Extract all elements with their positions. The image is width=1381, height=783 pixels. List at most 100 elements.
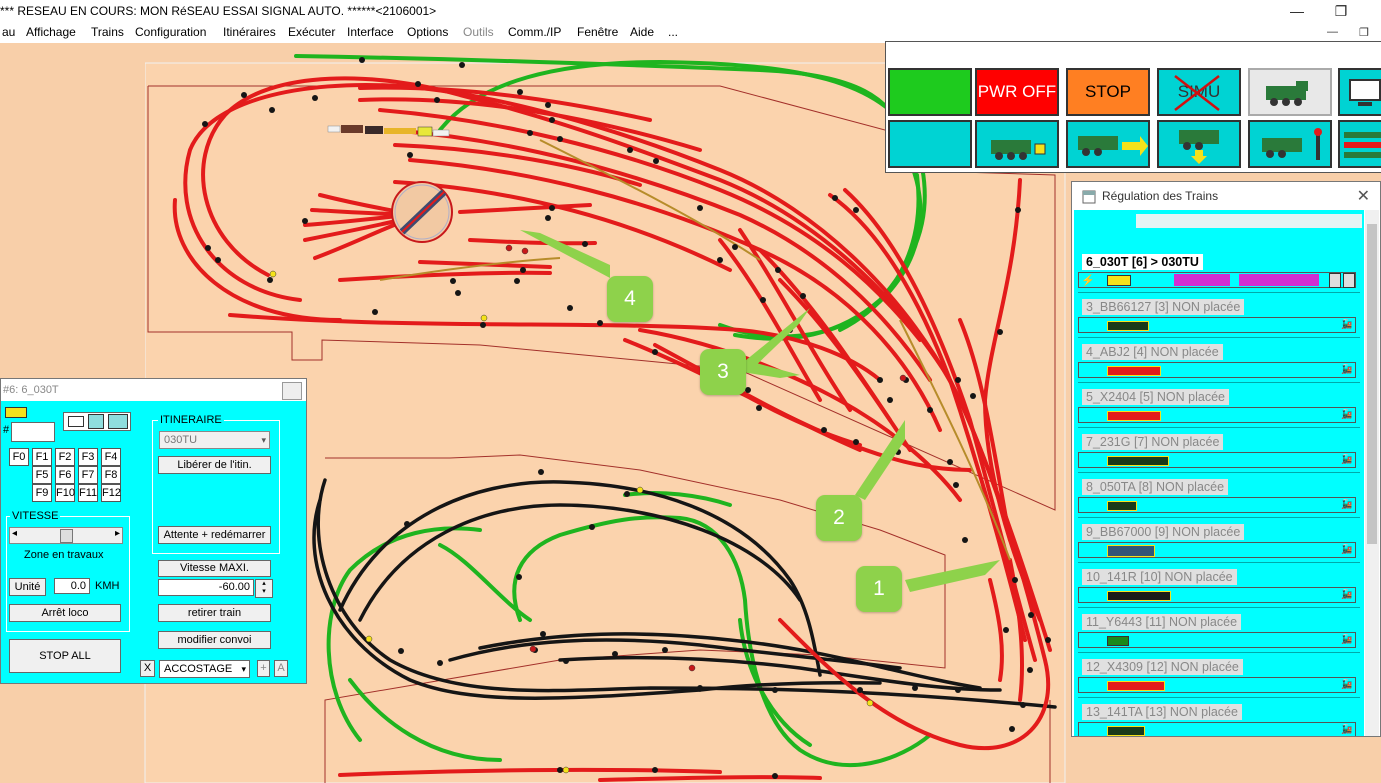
loco-lock-button[interactable] [975,120,1059,168]
locomotive-icon [1266,81,1308,106]
train-row[interactable]: 7_231G [7] NON placée 🚂 [1078,434,1360,473]
f8-button[interactable]: F8 [101,466,121,484]
f4-button[interactable]: F4 [101,448,121,466]
annotation-1: 1 [856,566,902,612]
itineraire-label: ITINERAIRE [158,414,224,426]
menu-aide[interactable]: Aide [630,25,654,39]
view-mode-buttons[interactable] [63,412,131,431]
address-input[interactable] [11,422,55,442]
maximize-button[interactable]: ❐ [1318,0,1364,23]
loco-arrow-button[interactable] [1066,120,1150,168]
loco-mini-icon: 🚂 [1341,679,1353,689]
view-mode-2[interactable] [88,414,104,429]
mdi-buttons: — ❐ [1311,23,1381,43]
view-mode-3[interactable] [108,414,128,429]
train-icon [1107,636,1129,646]
train-status-bar: 🚂 [1078,452,1356,468]
loco-signal-button[interactable] [1248,120,1332,168]
x-button[interactable]: X [140,660,155,677]
f3-button[interactable]: F3 [78,448,98,466]
locomotive-view-button[interactable] [1248,68,1332,116]
train-row[interactable]: 4_ABJ2 [4] NON placée 🚂 [1078,344,1360,383]
menu-reseau[interactable]: au [2,25,15,39]
speed-unit: KMH [95,580,120,592]
consist-button[interactable] [1338,120,1381,168]
a-button[interactable]: A [274,660,288,677]
f10-button[interactable]: F10 [55,484,75,502]
train-row[interactable]: 8_050TA [8] NON placée 🚂 [1078,479,1360,518]
f5-button[interactable]: F5 [32,466,52,484]
unite-button[interactable]: Unité [9,578,46,596]
train-row[interactable]: 3_BB66127 [3] NON placée 🚂 [1078,299,1360,338]
f9-button[interactable]: F9 [32,484,52,502]
menu-itineraires[interactable]: Itinéraires [223,25,276,39]
menu-outils[interactable]: Outils [463,25,494,39]
loco-icon [5,407,27,418]
menu-affichage[interactable]: Affichage [26,25,76,39]
train-icon [1107,366,1161,376]
menu-comm-ip[interactable]: Comm./IP [508,25,561,39]
pwr-off-button[interactable]: PWR OFF [975,68,1059,116]
stop-all-button[interactable]: STOP ALL [9,639,121,673]
f0-button[interactable]: F0 [9,448,29,466]
train-label: 13_141TA [13] NON placée [1082,704,1242,720]
train-row[interactable]: 12_X4309 [12] NON placée 🚂 [1078,659,1360,698]
vmax-spinner[interactable]: ▴ ▾ [255,579,273,598]
loco-mini-icon: 🚂 [1341,319,1353,329]
blank-cyan-button[interactable] [888,120,972,168]
speed-slider[interactable]: ◂ ▸ [9,527,123,544]
f12-button[interactable]: F12 [101,484,121,502]
simu-button[interactable]: SIMU [1157,68,1241,116]
modifier-convoi-button[interactable]: modifier convoi [158,631,271,649]
f6-button[interactable]: F6 [55,466,75,484]
itineraire-select[interactable]: 030TU ▾ [159,431,270,449]
train-label: 4_ABJ2 [4] NON placée [1082,344,1223,360]
menu-configuration[interactable]: Configuration [135,25,206,39]
attente-button[interactable]: Attente + redémarrer [158,526,271,544]
arret-loco-button[interactable]: Arrêt loco [9,604,121,622]
train-row[interactable]: 13_141TA [13] NON placée 🚂 [1078,704,1360,736]
mdi-maximize-button[interactable]: ❐ [1359,26,1369,39]
scrollbar-thumb[interactable] [1367,224,1377,544]
green-power-button[interactable] [888,68,972,116]
accostage-select[interactable]: ACCOSTAGE ▾ [159,660,250,678]
train-label: 8_050TA [8] NON placée [1082,479,1229,495]
view-mode-1[interactable] [68,416,84,427]
train-row[interactable]: 9_BB67000 [9] NON placée 🚂 [1078,524,1360,563]
stop-button[interactable]: STOP [1066,68,1150,116]
scrollbar[interactable] [1365,210,1379,736]
menu-interface[interactable]: Interface [347,25,394,39]
menu-executer[interactable]: Exécuter [288,25,335,39]
plus-button[interactable]: + [257,660,270,677]
menu-fenetre[interactable]: Fenêtre [577,25,618,39]
train-label: 11_Y6443 [11] NON placée [1082,614,1242,630]
turntable[interactable] [391,181,453,243]
close-icon[interactable]: ✕ [1357,186,1370,206]
f11-button[interactable]: F11 [78,484,98,502]
train-row[interactable]: 5_X2404 [5] NON placée 🚂 [1078,389,1360,428]
vitesse-maxi-button[interactable]: Vitesse MAXI. [158,560,271,577]
retirer-train-button[interactable]: retirer train [158,604,271,622]
loco-window-close-button[interactable] [282,382,302,400]
speed-icon: ⚡ [1081,275,1095,287]
train-row[interactable]: 10_141R [10] NON placée 🚂 [1078,569,1360,608]
f7-button[interactable]: F7 [78,466,98,484]
menu-trains[interactable]: Trains [91,25,124,39]
f1-button[interactable]: F1 [32,448,52,466]
slider-right-icon: ▸ [114,528,120,539]
liberer-button[interactable]: Libérer de l'itin. [158,456,271,474]
mdi-minimize-button[interactable]: — [1327,26,1338,38]
vmax-input[interactable]: -60.00 [158,579,254,596]
minimize-button[interactable]: — [1274,0,1320,23]
loco-place-button[interactable] [1157,120,1241,168]
menu-more[interactable]: ... [668,25,678,39]
train-row-active[interactable]: 6_030T [6] > 030TU ⚡ [1078,254,1360,293]
train-row[interactable]: 11_Y6443 [11] NON placée 🚂 [1078,614,1360,653]
mini-button-2[interactable] [1343,273,1355,288]
menu-options[interactable]: Options [407,25,448,39]
slider-thumb[interactable] [60,529,73,543]
monitor-button[interactable] [1338,68,1381,116]
mini-button-1[interactable] [1329,273,1341,288]
f2-button[interactable]: F2 [55,448,75,466]
menu-bar: au Affichage Trains Configuration Itinér… [0,23,1381,43]
